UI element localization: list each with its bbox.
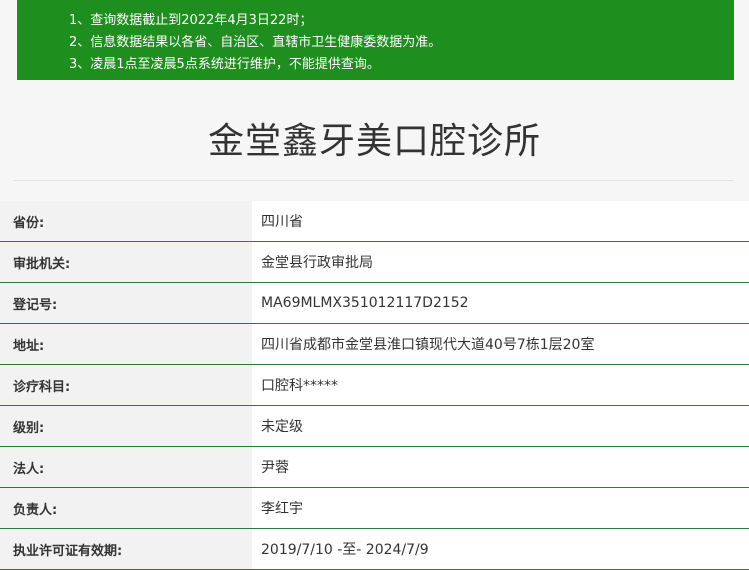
row-value: 2019/7/10 -至- 2024/7/9 <box>252 529 749 569</box>
table-row-province: 省份: 四川省 <box>0 201 749 242</box>
row-value: 四川省 <box>252 201 749 241</box>
info-table: 省份: 四川省 审批机关: 金堂县行政审批局 登记号: MA69MLMX3510… <box>0 201 749 570</box>
row-value: 金堂县行政审批局 <box>252 242 749 282</box>
row-value: 尹蓉 <box>252 447 749 487</box>
row-label: 审批机关: <box>0 242 252 282</box>
row-value: 李红宇 <box>252 488 749 528</box>
table-row-registration-number: 登记号: MA69MLMX351012117D2152 <box>0 283 749 324</box>
row-label: 登记号: <box>0 283 252 323</box>
table-row-license-validity: 执业许可证有效期: 2019/7/10 -至- 2024/7/9 <box>0 529 749 570</box>
notice-banner: 1、查询数据截止到2022年4月3日22时； 2、信息数据结果以各省、自治区、直… <box>17 0 734 80</box>
row-label: 地址: <box>0 324 252 364</box>
row-value: 口腔科***** <box>252 365 749 405</box>
table-row-departments: 诊疗科目: 口腔科***** <box>0 365 749 406</box>
table-row-approval-authority: 审批机关: 金堂县行政审批局 <box>0 242 749 283</box>
row-label: 诊疗科目: <box>0 365 252 405</box>
table-row-address: 地址: 四川省成都市金堂县淮口镇现代大道40号7栋1层20室 <box>0 324 749 365</box>
row-label: 级别: <box>0 406 252 446</box>
row-label: 负责人: <box>0 488 252 528</box>
notice-item: 2、信息数据结果以各省、自治区、直辖市卫生健康委数据为准。 <box>69 35 442 50</box>
page-title: 金堂鑫牙美口腔诊所 <box>207 121 541 162</box>
row-label: 省份: <box>0 201 252 241</box>
row-value: 四川省成都市金堂县淮口镇现代大道40号7栋1层20室 <box>252 324 749 364</box>
row-label: 法人: <box>0 447 252 487</box>
table-row-person-in-charge: 负责人: 李红宇 <box>0 488 749 529</box>
table-row-level: 级别: 未定级 <box>0 406 749 447</box>
row-value: MA69MLMX351012117D2152 <box>252 283 749 323</box>
notice-item: 1、查询数据截止到2022年4月3日22时； <box>69 13 313 28</box>
table-row-legal-person: 法人: 尹蓉 <box>0 447 749 488</box>
row-value: 未定级 <box>252 406 749 446</box>
notice-item: 3、凌晨1点至凌晨5点系统进行维护，不能提供查询。 <box>69 57 380 72</box>
divider <box>14 180 734 181</box>
row-label: 执业许可证有效期: <box>0 529 252 569</box>
